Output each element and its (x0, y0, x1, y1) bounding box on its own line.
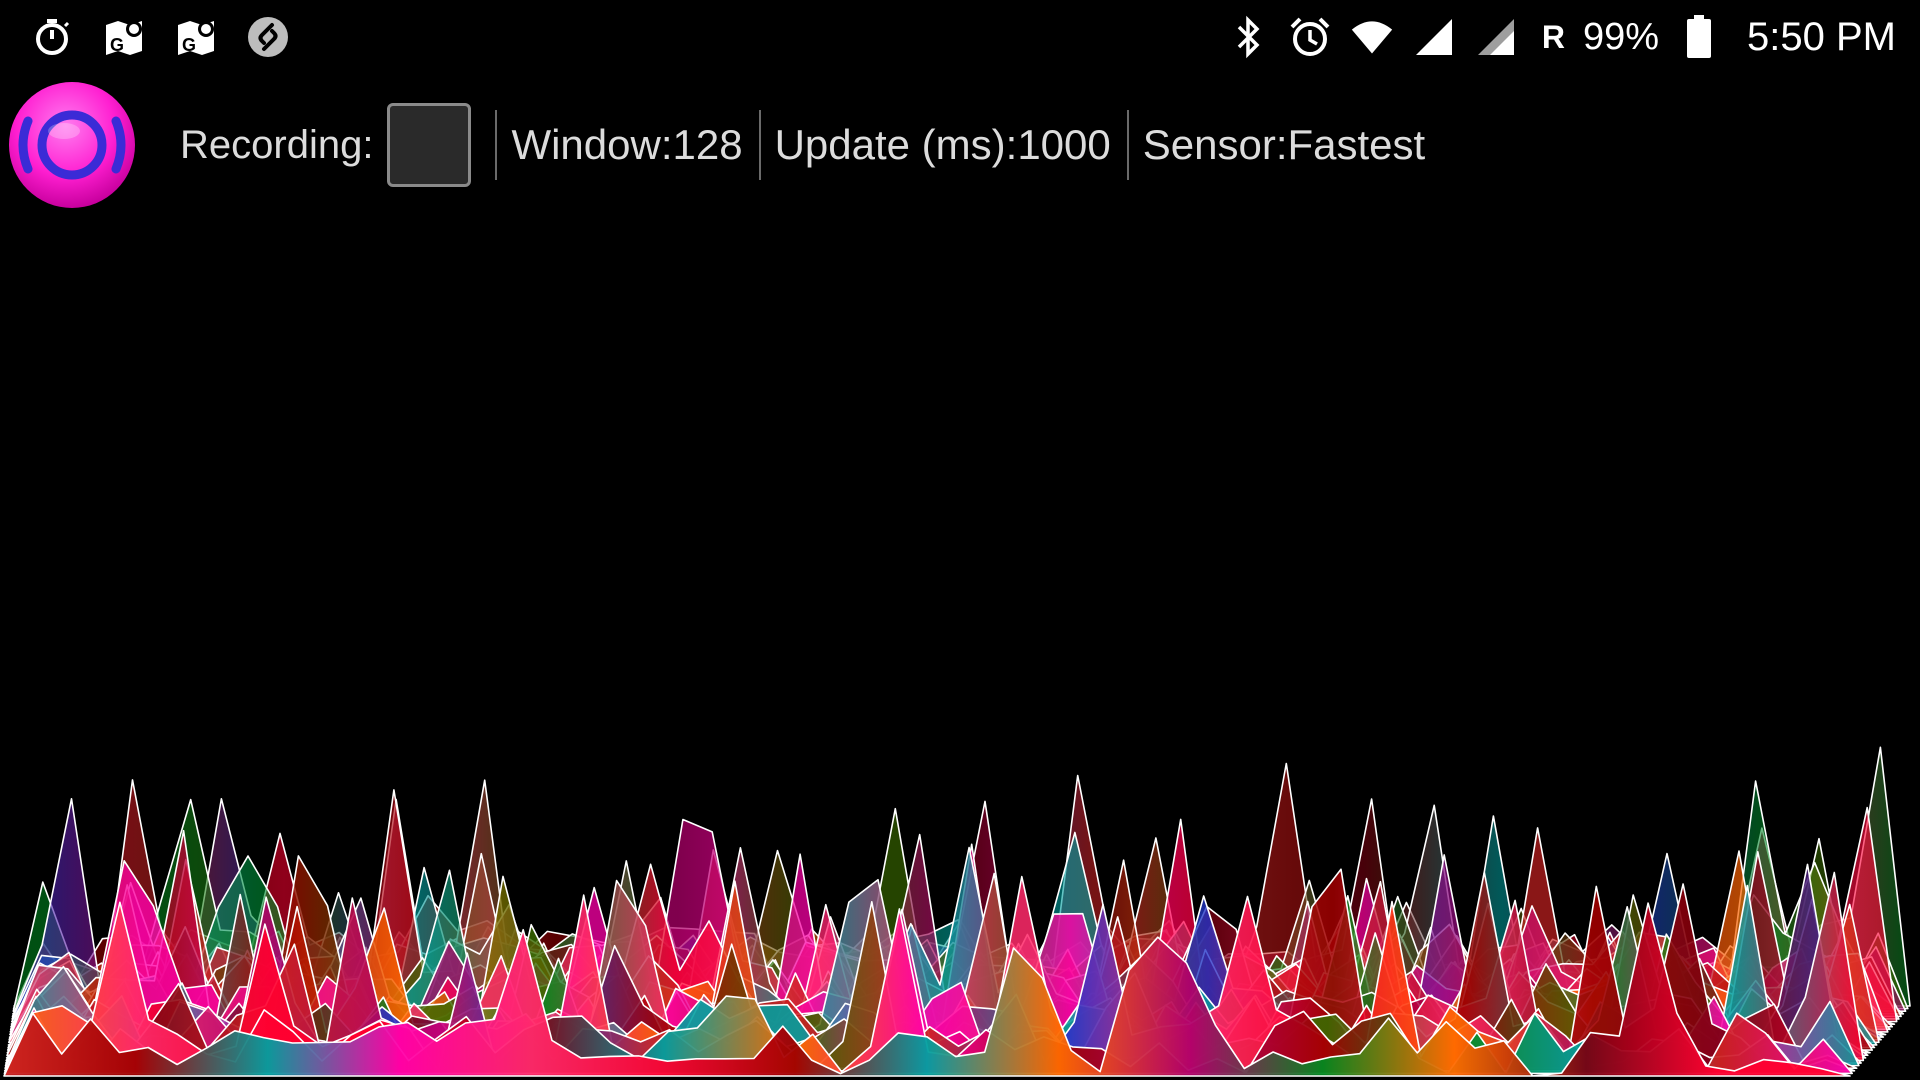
window-value: 128 (672, 121, 743, 168)
window-setting[interactable]: Window:128 (511, 121, 742, 169)
stopwatch-icon (30, 15, 74, 59)
status-clock: 5:50 PM (1747, 14, 1896, 59)
app-logo-icon[interactable] (8, 81, 136, 209)
maps-g-icon: G (102, 15, 146, 59)
toolbar: Recording: Window:128 Update (ms):1000 S… (0, 74, 1920, 216)
window-label: Window: (511, 121, 673, 168)
update-value: 1000 (1017, 121, 1111, 168)
svg-text:G: G (110, 35, 124, 55)
maps-g-icon-2: G (174, 15, 218, 59)
bluetooth-icon (1226, 15, 1270, 59)
alarm-icon (1288, 15, 1332, 59)
battery-percent: 99% (1582, 15, 1660, 58)
status-bar-right: R 99% 5:50 PM (1226, 0, 1920, 74)
spectrogram-waterfall (3, 746, 1911, 1077)
recording-label: Recording: (180, 122, 374, 167)
wifi-icon (1350, 15, 1394, 59)
shazam-icon (246, 15, 290, 59)
battery-icon (1677, 15, 1721, 59)
waterfall-layers (3, 746, 1911, 1077)
svg-text:G: G (182, 35, 196, 55)
recording-checkbox[interactable] (387, 103, 472, 187)
sensor-setting[interactable]: Sensor:Fastest (1143, 121, 1425, 169)
update-label: Update (ms): (774, 121, 1018, 168)
toolbar-divider (758, 110, 761, 180)
signal-icon-2 (1474, 15, 1518, 59)
toolbar-divider (1126, 110, 1129, 180)
signal-icon (1412, 15, 1456, 59)
app-root: G G R 99% 5:50 PM Recording: Window:128 … (0, 0, 1920, 1080)
update-setting[interactable]: Update (ms):1000 (775, 121, 1111, 169)
status-bar: G G R 99% 5:50 PM (0, 0, 1920, 74)
status-bar-left: G G (0, 0, 290, 74)
sensor-label: Sensor: (1142, 121, 1288, 168)
sensor-value: Fastest (1287, 121, 1426, 168)
carrier-indicator: R (1541, 18, 1565, 55)
toolbar-divider (495, 110, 498, 180)
